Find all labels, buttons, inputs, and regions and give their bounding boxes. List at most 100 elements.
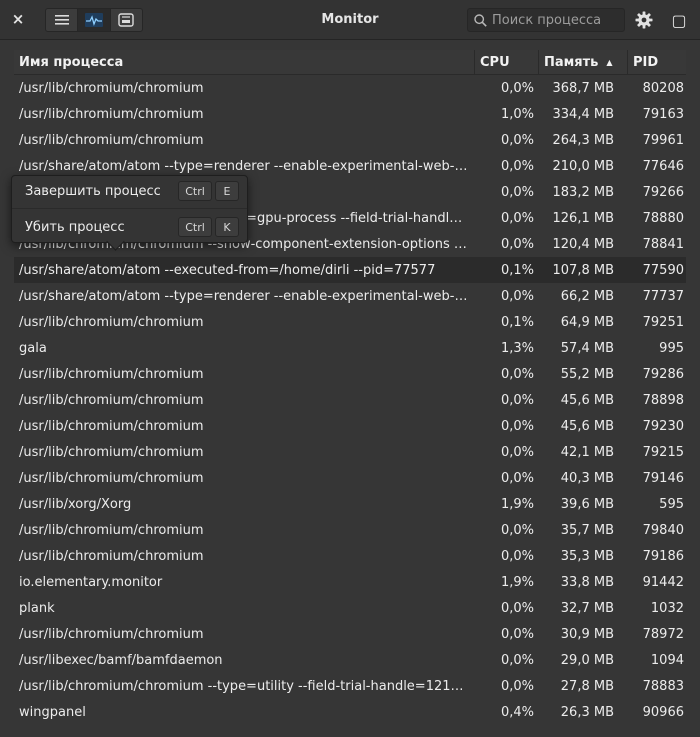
table-row[interactable]: /usr/lib/chromium/chromium 0,0% 35,3 MB 791… <box>14 543 686 569</box>
pid-cell: 77646 <box>642 158 684 174</box>
cpu-cell: 0,0% <box>500 600 534 616</box>
memory-cell: 210,0 MB <box>552 158 614 174</box>
gear-icon <box>635 11 653 29</box>
view-graph-button[interactable] <box>78 9 111 31</box>
memory-cell: 120,4 MB <box>552 236 614 252</box>
pid-cell: 79163 <box>642 106 684 122</box>
process-context-menu: Завершить процесс Ctrl E Убить процесс C… <box>11 175 248 243</box>
memory-cell: 26,3 MB <box>560 704 614 720</box>
column-header-pid-label: PID <box>633 54 659 70</box>
table-row[interactable]: /usr/lib/chromium/chromium 0,0% 45,6 MB 788… <box>14 387 686 413</box>
process-name-cell: /usr/lib/chromium/chromium <box>19 132 204 148</box>
view-system-button[interactable] <box>111 9 142 31</box>
shortcut-key-ctrl: Ctrl <box>178 217 212 237</box>
pid-cell: 77737 <box>642 288 684 304</box>
menu-item-kill-process[interactable]: Убить процесс Ctrl K <box>12 213 247 241</box>
memory-cell: 40,3 MB <box>560 470 614 486</box>
process-name-cell: /usr/lib/chromium/chromium --type=utilit… <box>19 678 464 694</box>
table-row[interactable]: /usr/lib/chromium/chromium 0,0% 368,7 MB 80… <box>14 75 686 101</box>
table-header: Имя процесса CPU Память ▲ PID <box>14 50 686 75</box>
menu-separator <box>12 208 247 209</box>
table-row[interactable]: /usr/lib/xorg/Xorg 1,9% 39,6 MB 595 <box>14 491 686 517</box>
memory-cell: 35,7 MB <box>560 522 614 538</box>
memory-cell: 183,2 MB <box>552 184 614 200</box>
table-row[interactable]: /usr/lib/chromium/chromium --type=utilit… <box>14 673 686 699</box>
process-name-cell: io.elementary.monitor <box>19 574 163 590</box>
column-header-memory[interactable]: Память ▲ <box>539 50 628 74</box>
memory-cell: 264,3 MB <box>552 132 614 148</box>
table-row[interactable]: /usr/lib/chromium/chromium 0,0% 30,9 MB 789… <box>14 621 686 647</box>
memory-cell: 35,3 MB <box>560 548 614 564</box>
memory-cell: 55,2 MB <box>560 366 614 382</box>
pid-cell: 79251 <box>642 314 684 330</box>
pid-cell: 79146 <box>642 470 684 486</box>
process-name-cell: wingpanel <box>19 704 86 720</box>
table-row[interactable]: /usr/share/atom/atom --type=renderer --e… <box>14 283 686 309</box>
view-processes-button[interactable] <box>46 9 79 31</box>
table-row[interactable]: plank 0,0% 32,7 MB 1032 <box>14 595 686 621</box>
cpu-cell: 0,0% <box>500 288 534 304</box>
table-row[interactable]: io.elementary.monitor 1,9% 33,8 MB 91442 <box>14 569 686 595</box>
pid-cell: 595 <box>659 496 684 512</box>
search-field[interactable] <box>467 8 625 32</box>
process-name-cell: gala <box>19 340 47 356</box>
table-row[interactable]: /usr/lib/chromium/chromium 1,0% 334,4 MB 79… <box>14 101 686 127</box>
cpu-cell: 0,0% <box>500 652 534 668</box>
process-table: Имя процесса CPU Память ▲ PID /usr/lib/ch… <box>14 50 686 730</box>
cpu-cell: 0,0% <box>500 444 534 460</box>
menu-item-end-process-label: Завершить процесс <box>25 183 161 199</box>
process-name-cell: /usr/lib/chromium/chromium <box>19 314 204 330</box>
memory-cell: 45,6 MB <box>560 392 614 408</box>
column-header-pid[interactable]: PID <box>628 50 686 74</box>
process-name-cell: /usr/lib/chromium/chromium <box>19 80 204 96</box>
column-header-name[interactable]: Имя процесса <box>14 50 475 74</box>
column-header-cpu[interactable]: CPU <box>475 50 539 74</box>
table-row[interactable]: /usr/share/atom/atom --executed-from=/ho… <box>14 257 686 283</box>
process-name-cell: /usr/lib/chromium/chromium <box>19 626 204 642</box>
pid-cell: 78972 <box>642 626 684 642</box>
cpu-cell: 0,0% <box>500 470 534 486</box>
cpu-cell: 0,0% <box>500 678 534 694</box>
menu-item-end-process[interactable]: Завершить процесс Ctrl E <box>12 177 247 205</box>
memory-cell: 27,8 MB <box>560 678 614 694</box>
table-row[interactable]: /usr/lib/chromium/chromium 0,0% 55,2 MB 792… <box>14 361 686 387</box>
settings-button[interactable] <box>633 9 655 31</box>
table-row[interactable]: wingpanel 0,4% 26,3 MB 90966 <box>14 699 686 725</box>
pid-cell: 78883 <box>642 678 684 694</box>
process-name-cell: /usr/lib/chromium/chromium <box>19 106 204 122</box>
cpu-cell: 0,0% <box>500 626 534 642</box>
cpu-cell: 0,0% <box>500 184 534 200</box>
table-row[interactable]: /usr/lib/chromium/chromium 0,0% 42,1 MB 792… <box>14 439 686 465</box>
cpu-cell: 0,0% <box>500 236 534 252</box>
pid-cell: 79230 <box>642 418 684 434</box>
memory-cell: 64,9 MB <box>560 314 614 330</box>
restore-window-icon[interactable]: ▢ <box>668 9 690 31</box>
memory-cell: 126,1 MB <box>552 210 614 226</box>
pid-cell: 78841 <box>642 236 684 252</box>
table-row[interactable]: gala 1,3% 57,4 MB 995 <box>14 335 686 361</box>
process-name-cell: /usr/lib/chromium/chromium <box>19 392 204 408</box>
memory-cell: 368,7 MB <box>552 80 614 96</box>
memory-cell: 39,6 MB <box>560 496 614 512</box>
cpu-cell: 0,1% <box>500 262 534 278</box>
cpu-cell: 0,0% <box>500 132 534 148</box>
pid-cell: 91442 <box>642 574 684 590</box>
table-row[interactable]: /usr/lib/chromium/chromium 0,0% 40,3 MB 791… <box>14 465 686 491</box>
search-input[interactable] <box>492 12 617 28</box>
pid-cell: 77590 <box>642 262 684 278</box>
sort-ascending-icon: ▲ <box>606 57 613 67</box>
pid-cell: 78898 <box>642 392 684 408</box>
memory-cell: 66,2 MB <box>560 288 614 304</box>
cpu-cell: 0,0% <box>500 392 534 408</box>
table-row[interactable]: /usr/lib/chromium/chromium 0,0% 45,6 MB 792… <box>14 413 686 439</box>
column-header-name-label: Имя процесса <box>19 54 124 70</box>
table-row[interactable]: /usr/lib/chromium/chromium 0,0% 264,3 MB 79… <box>14 127 686 153</box>
pid-cell: 79840 <box>642 522 684 538</box>
close-icon[interactable]: × <box>8 9 28 29</box>
pid-cell: 80208 <box>642 80 684 96</box>
table-row[interactable]: /usr/lib/chromium/chromium 0,1% 64,9 MB 792… <box>14 309 686 335</box>
table-row[interactable]: /usr/libexec/bamf/bamfdaemon 0,0% 29,0 MB 1… <box>14 647 686 673</box>
memory-cell: 32,7 MB <box>560 600 614 616</box>
memory-cell: 45,6 MB <box>560 418 614 434</box>
table-row[interactable]: /usr/lib/chromium/chromium 0,0% 35,7 MB 798… <box>14 517 686 543</box>
